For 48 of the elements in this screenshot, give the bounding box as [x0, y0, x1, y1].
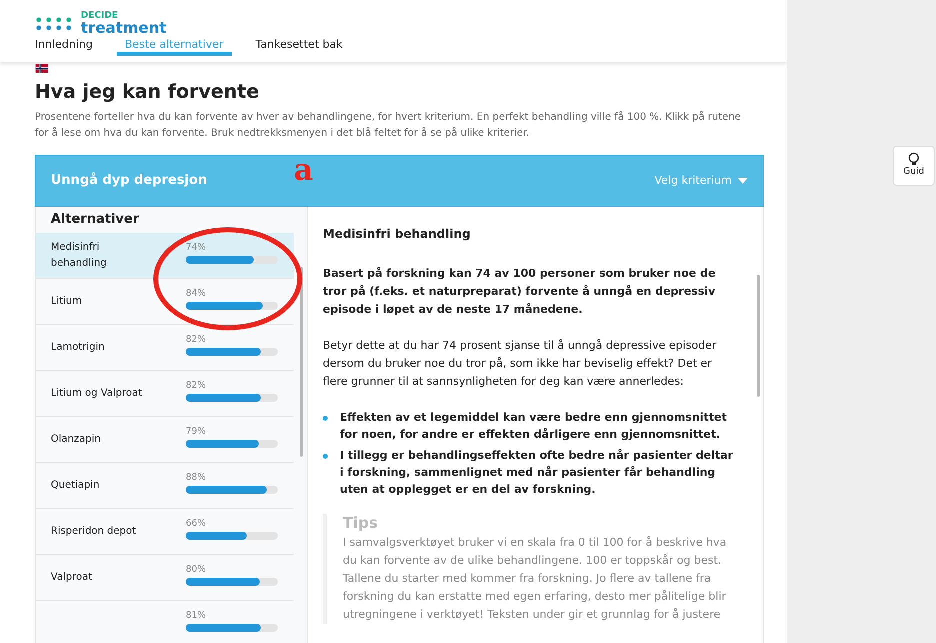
- alternative-name: Litium: [51, 294, 84, 308]
- guide-button[interactable]: Guid: [893, 146, 935, 186]
- tips-text: I samvalgsverktøyet bruker vi en skala fra 0 til 100 for å beskrive hva du kan forvente av de ulike behandlingene. 100 er toppskår og best. Tallene du starter med kommer fra forskning. Jo flere av tallene fra forskning du kan erstatte med egen erfaring, desto mer pålitelige blir utregningene i verktøyet! Teksten under gir et grunnlag for å justere: [343, 535, 728, 623]
- percent-label: 74%: [186, 242, 208, 254]
- alternative-row[interactable]: Lamotrigin 82%: [36, 325, 294, 371]
- bullet-icon: [323, 416, 328, 421]
- nav-tab[interactable]: Innledning: [35, 38, 93, 56]
- percent-label: 80%: [186, 564, 208, 576]
- percent-label: 82%: [186, 380, 208, 392]
- bullet-text: I tillegg er behandlingseffekten ofte bedre når pasienter deltar i forskning, sammenlignet med når pasienter får behandling uten at opplegget er en del av forskning.: [340, 448, 734, 498]
- logo-text: DECIDE: [81, 12, 120, 21]
- percent-label: 88%: [186, 472, 208, 484]
- alternatives-heading: Alternativer: [50, 211, 140, 230]
- tips-title: Tips: [343, 514, 380, 532]
- bullet-icon: [323, 454, 328, 459]
- alternative-name: Litium og Valproat: [51, 386, 144, 400]
- alternative-name: Quetiapin: [51, 478, 101, 492]
- lead-text: Basert på forskning kan 74 av 100 personer som bruker noe de tror på (f.eks. et naturpreparat) forvente å unngå en depressiv episode i løpet av de neste 17 månedene.: [323, 266, 717, 318]
- intro-text: Prosentene forteller hva du kan forvente av hver av behandlingene, for hvert kriterium. En perfekt behandling ville få 100 %. Klikk på rutene for å lese om hva du kan forvente. Bruk nedtrekksmenyen i det blå feltet for å se på ulike kriterier.: [35, 110, 742, 141]
- alternative-row[interactable]: Litium og Valproat 82%: [36, 371, 294, 417]
- alternative-name: Valproat: [51, 570, 94, 584]
- percent-label: 81%: [186, 610, 208, 622]
- alternative-row[interactable]: Valproat 80%: [36, 555, 294, 601]
- alternative-row[interactable]: Quetiapin 88%: [36, 463, 294, 509]
- annotation-letter: a: [294, 156, 314, 186]
- page-heading: Hva jeg kan forvente: [35, 80, 260, 104]
- bullet-text: Effekten av et legemiddel kan være bedre enn gjennomsnittet for noen, for andre er effekten dårligere enn gjennomsnittet.: [340, 410, 728, 443]
- norway-flag-icon[interactable]: [35, 64, 51, 76]
- alternative-row[interactable]: Litium 84%: [36, 279, 294, 325]
- percent-label: 79%: [186, 426, 208, 438]
- body-text: Betyr dette at du har 74 prosent sjanse til å unngå depressive episoder dersom du bruker noe du tror på, som ikke har beviselig effekt? Det er flere grunner til at sannsynligheten for deg kan være annerledes:: [323, 338, 718, 390]
- alternative-name: Olanzapin: [51, 432, 102, 446]
- alternative-row[interactable]: Medisinfri behandling 74%: [36, 233, 294, 279]
- detail-title: Medisinfri behandling: [323, 226, 472, 243]
- alternative-row[interactable]: Risperidon depot 66%: [36, 509, 294, 555]
- alternative-name: Medisinfri behandling: [51, 240, 108, 270]
- alternative-name: Risperidon depot: [51, 524, 138, 538]
- logo-text: treatment: [81, 21, 167, 36]
- percent-label: 66%: [186, 518, 208, 530]
- percent-label: 82%: [186, 334, 208, 346]
- nav-tab[interactable]: Tankesettet bak: [256, 38, 343, 56]
- caret-icon: [738, 178, 748, 184]
- alternative-row[interactable]: Olanzapin 79%: [36, 417, 294, 463]
- criterion-title: Unngå dyp depresjon: [51, 172, 208, 190]
- lightbulb-icon: [908, 152, 920, 166]
- logo[interactable]: DECIDE treatment: [35, 12, 752, 36]
- alternative-name: Lamotrigin: [51, 340, 106, 354]
- percent-label: 84%: [186, 288, 208, 300]
